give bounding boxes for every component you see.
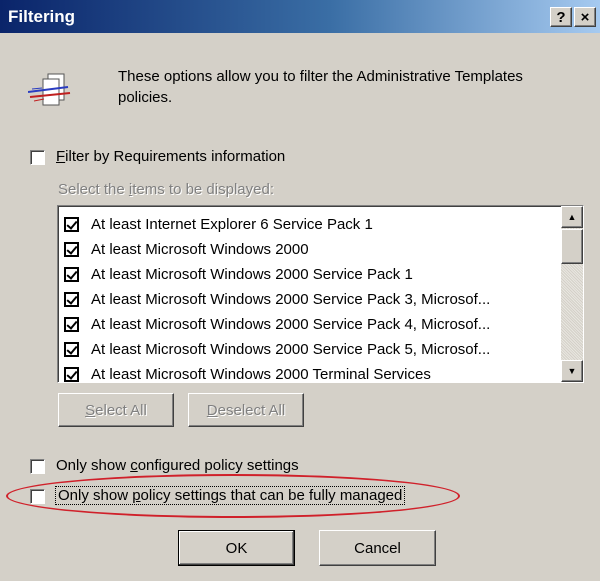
configured-only-checkbox[interactable] xyxy=(30,459,45,474)
list-item[interactable]: At least Microsoft Windows 2000 Service … xyxy=(64,337,490,362)
list-item[interactable]: At least Microsoft Windows 2000 xyxy=(64,237,490,262)
highlight-ellipse xyxy=(6,474,460,518)
select-all-button[interactable]: Select All xyxy=(58,393,174,427)
list-item[interactable]: At least Internet Explorer 6 Service Pac… xyxy=(64,212,490,237)
filter-by-requirements-label[interactable]: Filter by Requirements information xyxy=(56,148,285,165)
checkbox-checked-icon[interactable] xyxy=(64,267,79,282)
scroll-down-button[interactable]: ▼ xyxy=(561,360,583,382)
list-item[interactable]: At least Microsoft Windows 2000 Service … xyxy=(64,312,490,337)
checkbox-checked-icon[interactable] xyxy=(64,217,79,232)
scroll-thumb[interactable] xyxy=(561,229,583,264)
list-item[interactable]: At least Microsoft Windows 2000 Terminal… xyxy=(64,362,490,382)
arrow-down-icon: ▼ xyxy=(567,366,577,376)
title-bar: Filtering ? × xyxy=(0,0,600,33)
scroll-up-button[interactable]: ▲ xyxy=(561,206,583,228)
configured-only-label[interactable]: Only show configured policy settings xyxy=(56,457,299,474)
close-icon: × xyxy=(580,8,590,26)
checkbox-checked-icon[interactable] xyxy=(64,342,79,357)
ok-button[interactable]: OK xyxy=(178,530,295,566)
intro-text: These options allow you to filter the Ad… xyxy=(118,68,523,106)
filter-by-requirements-checkbox[interactable] xyxy=(30,150,45,165)
close-button[interactable]: × xyxy=(574,7,596,27)
checkbox-checked-icon[interactable] xyxy=(64,367,79,382)
select-items-label: Select the items to be displayed: xyxy=(58,181,274,198)
filter-templates-icon xyxy=(28,73,71,106)
window-title: Filtering xyxy=(8,6,76,26)
arrow-up-icon: ▲ xyxy=(567,212,577,222)
checkbox-checked-icon[interactable] xyxy=(64,317,79,332)
checkbox-checked-icon[interactable] xyxy=(64,242,79,257)
cancel-button[interactable]: Cancel xyxy=(319,530,436,566)
checkbox-checked-icon[interactable] xyxy=(64,292,79,307)
help-icon: ? xyxy=(556,8,566,26)
deselect-all-button[interactable]: Deselect All xyxy=(188,393,304,427)
list-scrollbar[interactable]: ▲ ▼ xyxy=(561,206,583,382)
list-item[interactable]: At least Microsoft Windows 2000 Service … xyxy=(64,262,490,287)
requirements-listbox[interactable]: At least Internet Explorer 6 Service Pac… xyxy=(57,205,584,383)
help-button[interactable]: ? xyxy=(550,7,572,27)
list-item[interactable]: At least Microsoft Windows 2000 Service … xyxy=(64,287,490,312)
